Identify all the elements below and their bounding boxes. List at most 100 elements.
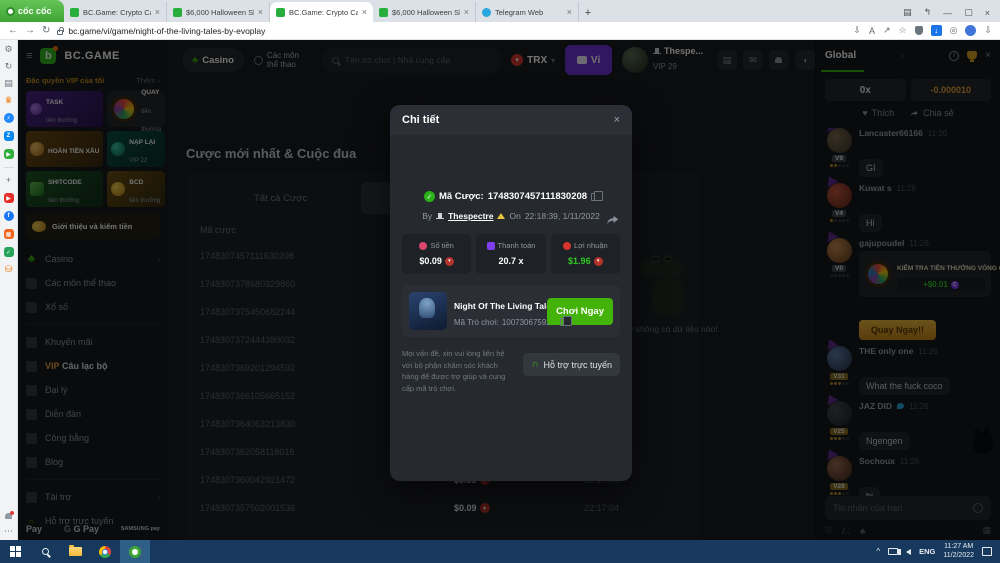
game-title: Night Of The Living Tales [454,301,556,311]
chrome-icon [99,546,111,558]
rewards-crown-icon[interactable]: ♛ [4,96,12,105]
address-bar[interactable]: bc.game/vi/game/night-of-the-living-tale… [57,26,846,36]
downloads-tray-icon[interactable]: ⇩ [984,25,992,36]
copy-icon[interactable] [560,318,567,326]
speaker-icon[interactable] [906,549,911,555]
tab-close-icon[interactable]: × [362,7,367,17]
youtube-icon[interactable]: ▶ [4,193,14,203]
tab-close-icon[interactable]: × [258,7,263,17]
telegram-favicon [482,8,491,17]
coccoc-app-active[interactable] [120,540,150,563]
amount-chip-icon [419,242,427,250]
incognito-icon[interactable]: ◎ [950,25,958,36]
browser-tab-5[interactable]: Telegram Web × [476,2,579,22]
lock-icon [57,30,63,35]
zalo-icon[interactable]: Z [4,131,14,141]
browser-tab-4[interactable]: $6,000 Halloween Slot Battl × [373,2,476,22]
more-icon[interactable]: ⋯ [4,527,13,536]
live-support-button[interactable]: ∩ Hỗ trợ trực tuyến [523,353,620,376]
game-card: Night Of The Living Tales Mã Trò chơi: 1… [402,285,620,337]
folder-icon [69,547,82,556]
adblock-shield-icon[interactable] [915,26,923,35]
copy-icon[interactable] [591,193,598,201]
tab-close-icon[interactable]: × [567,7,572,17]
facebook-icon[interactable]: f [4,211,14,221]
minimize-button[interactable]: — [943,8,952,18]
bcgame-favicon [379,8,388,17]
download-manager-icon[interactable]: ↓ [931,25,942,36]
back-icon[interactable]: ← [8,26,18,36]
browser-tab-1[interactable]: BC.Game: Crypto Casino Gan × [64,2,167,22]
action-center-icon[interactable] [982,547,992,556]
start-button[interactable] [0,540,30,563]
taskbar-search[interactable] [30,540,60,563]
messenger-icon[interactable]: ⚡ [4,113,14,123]
history-icon[interactable]: ↻ [5,62,13,71]
language-indicator[interactable]: ENG [919,547,935,556]
headset-icon: ∩ [531,359,538,370]
tab-close-icon[interactable]: × [464,7,469,17]
add-shortcut-icon[interactable]: + [6,176,11,185]
file-explorer[interactable] [60,540,90,563]
newsfeed-icon[interactable]: ▤ [4,79,13,88]
forward-icon[interactable]: → [25,26,35,36]
stat-payout: Thanh toán 20.7 x [476,234,545,274]
bet-details-modal: Chi tiết × ✓ Mã Cược: 174830745711183020… [390,105,632,481]
bcgame-page: ≡ b BC.GAME Đặc quyền VIP của tôi Thêm ›… [18,40,1000,540]
maximize-button[interactable]: ▢ [964,7,973,18]
payout-wallet-icon [487,242,495,250]
browser-tab-2[interactable]: $6,000 Halloween Slot Battle × [167,2,270,22]
shop-app-icon[interactable]: ▦ [4,229,14,239]
chrome-app[interactable] [90,540,120,563]
bet-id-value: 1748307457111830208 [488,191,587,202]
tab-search-icon[interactable]: ▤ [903,7,912,18]
bet-datetime: 22:18:39, 1/11/2022 [525,211,600,221]
url-text[interactable]: bc.game/vi/game/night-of-the-living-tale… [68,26,265,36]
tab-close-icon[interactable]: × [155,7,160,17]
reload-icon[interactable]: ↻ [42,26,50,36]
support-note: Mọi vấn đề, xin vui lòng liên hệ với bộ … [402,348,515,395]
browser-tabstrip: cốc cốc BC.Game: Crypto Casino Gan × $6,… [0,0,1000,22]
browser-toolbar: ← → ↻ bc.game/vi/game/night-of-the-livin… [0,22,1000,40]
stat-profit: Lợi nhuận $1.96 ▾ [551,234,620,274]
translate-icon[interactable]: A [869,26,875,36]
hidden-icons-caret[interactable]: ^ [876,547,880,556]
bookmark-star-icon[interactable]: ☆ [899,25,907,36]
browser-tab-3-active[interactable]: BC.Game: Crypto Casino Gan × [270,2,373,22]
save-page-icon[interactable]: ⇩ [853,25,861,36]
bcgame-favicon [70,8,79,17]
stat-amount: Số tiền $0.09 ▾ [402,234,471,274]
share-bet-icon[interactable] [606,213,620,232]
games-icon[interactable]: ▶ [4,149,14,159]
modal-close-icon[interactable]: × [614,114,620,126]
coccoc-brand-label: cốc cốc [18,6,52,16]
settings-gear-icon[interactable]: ⚙ [4,45,12,54]
coccoc-brand-button[interactable]: cốc cốc [0,0,64,22]
coccoc-icon [129,546,141,558]
chat-app-icon[interactable]: ✓ [4,247,14,257]
search-icon [42,548,49,555]
windows-taskbar: ^ ENG 11:27 AM11/2/2022 [0,540,1000,563]
network-icon[interactable] [888,548,898,555]
bet-username-link[interactable]: Thespectre [448,211,493,221]
profile-avatar-icon[interactable] [965,25,976,36]
windows-logo-icon [10,546,21,557]
share-icon[interactable]: ↗ [883,25,891,36]
verified-check-icon: ✓ [424,191,435,202]
bet-id-label: Mã Cược: [439,191,484,202]
sidebar-divider [4,167,14,168]
coccoc-logo-icon [6,7,15,16]
clock[interactable]: 11:27 AM11/2/2022 [943,543,974,561]
game-thumbnail[interactable] [409,292,447,330]
notification-bell-icon[interactable] [5,513,12,519]
trx-coin-icon: ▾ [594,257,603,266]
play-now-button[interactable]: Chơi Ngay [547,298,613,325]
bcgame-favicon [276,8,285,17]
close-button[interactable]: × [985,8,990,18]
modal-title: Chi tiết [402,114,439,126]
shopping-cart-icon[interactable]: ⛁ [5,265,13,274]
cheese-icon [497,213,505,219]
bcgame-favicon [173,8,182,17]
new-tab-button[interactable]: + [579,7,597,19]
session-restore-icon[interactable]: ↰ [924,7,932,18]
